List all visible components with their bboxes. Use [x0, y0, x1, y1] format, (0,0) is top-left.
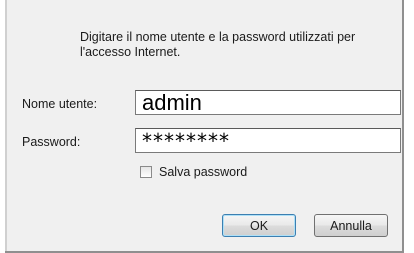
save-password-label[interactable]: Salva password — [159, 165, 247, 179]
password-label: Password: — [22, 135, 81, 149]
username-field[interactable]: admin — [135, 90, 401, 115]
ok-button[interactable]: OK — [222, 214, 296, 237]
dialog-message: Digitare il nome utente e la password ut… — [80, 30, 356, 59]
password-field[interactable]: ******** — [135, 128, 401, 153]
save-password-option[interactable]: Salva password — [140, 165, 247, 179]
cancel-button[interactable]: Annulla — [314, 214, 388, 237]
save-password-checkbox[interactable] — [140, 166, 152, 178]
username-label: Nome utente: — [22, 97, 98, 111]
